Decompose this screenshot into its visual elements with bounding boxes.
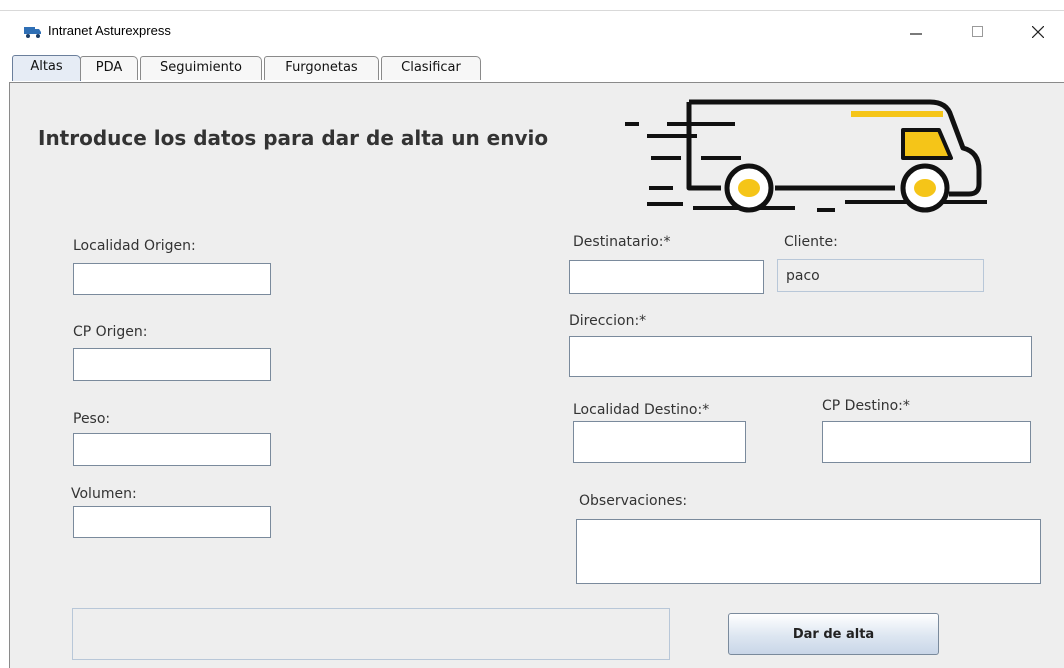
direccion-input[interactable] [569, 336, 1032, 377]
localidad-origen-input[interactable] [73, 263, 271, 295]
close-icon [1032, 26, 1044, 38]
observaciones-textarea[interactable] [576, 519, 1041, 584]
close-button[interactable] [1015, 15, 1061, 49]
localidad-destino-label: Localidad Destino:* [573, 402, 710, 418]
peso-label: Peso: [73, 411, 111, 427]
cliente-label: Cliente: [784, 234, 838, 250]
truck-icon [24, 27, 41, 38]
tab-pda[interactable]: PDA [80, 56, 138, 80]
tab-strip: Altas PDA Seguimiento Furgonetas Clasifi… [0, 54, 1064, 82]
localidad-destino-input[interactable] [573, 421, 746, 463]
tab-seguimiento[interactable]: Seguimiento [140, 56, 262, 80]
peso-input[interactable] [73, 433, 271, 466]
observaciones-label: Observaciones: [579, 493, 688, 509]
dar-de-alta-button[interactable]: Dar de alta [728, 613, 939, 655]
minimize-button[interactable] [893, 15, 939, 49]
minimize-icon [910, 33, 922, 35]
localidad-origen-label: Localidad Origen: [73, 238, 196, 254]
tab-altas[interactable]: Altas [12, 55, 81, 81]
tab-furgonetas[interactable]: Furgonetas [264, 56, 379, 80]
direccion-label: Direccion:* [569, 313, 647, 329]
cliente-field: paco [777, 259, 984, 292]
delivery-truck-illustration [625, 99, 987, 213]
cp-origen-label: CP Origen: [73, 324, 148, 340]
volumen-input[interactable] [73, 506, 271, 538]
cp-origen-input[interactable] [73, 348, 271, 381]
maximize-button[interactable] [955, 15, 1001, 49]
volumen-label: Volumen: [71, 486, 137, 502]
cp-destino-input[interactable] [822, 421, 1031, 463]
maximize-icon [972, 26, 983, 37]
page-title: Introduce los datos para dar de alta un … [38, 126, 549, 150]
title-bar: Intranet Asturexpress [0, 10, 1064, 55]
destinatario-input[interactable] [569, 260, 764, 294]
window-title: Intranet Asturexpress [48, 23, 171, 38]
cp-destino-label: CP Destino:* [822, 398, 910, 414]
status-message-box [72, 608, 670, 660]
destinatario-label: Destinatario:* [573, 234, 671, 250]
tab-clasificar[interactable]: Clasificar [381, 56, 481, 80]
